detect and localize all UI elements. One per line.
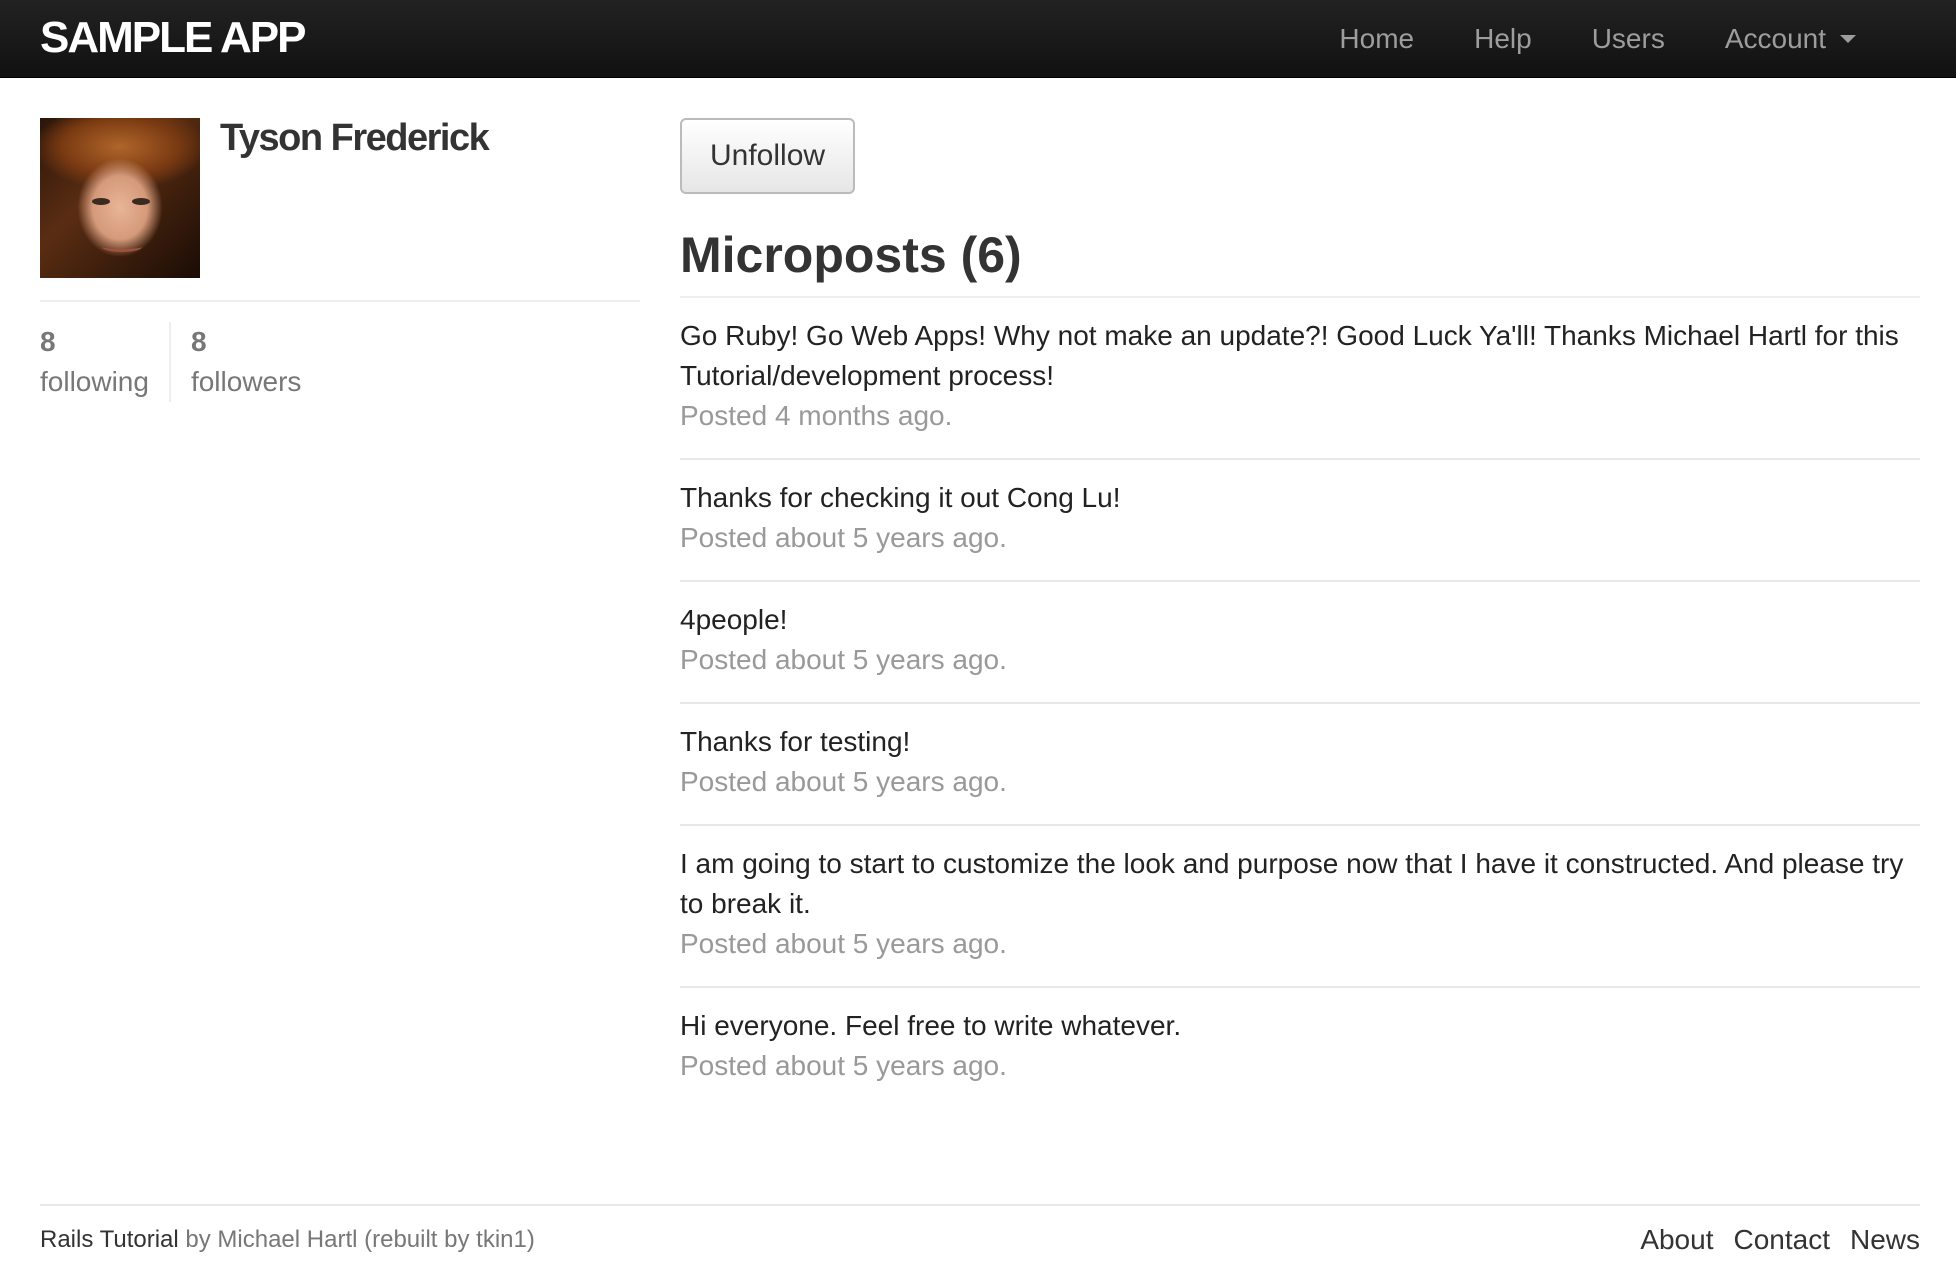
avatar-eye: [92, 198, 110, 205]
micropost-content: Thanks for checking it out Cong Lu!: [680, 482, 1121, 513]
followers-stat-link[interactable]: 8 followers: [171, 322, 321, 402]
page-footer: Rails Tutorial by Michael Hartl (rebuilt…: [40, 1204, 1920, 1274]
nav-users-link[interactable]: Users: [1562, 0, 1695, 78]
avatar-eye: [132, 198, 150, 205]
micropost-content: Hi everyone. Feel free to write whatever…: [680, 1010, 1182, 1041]
nav-help-link[interactable]: Help: [1444, 0, 1562, 78]
micropost-timestamp: Posted about 5 years ago.: [680, 522, 1007, 553]
nav-account-dropdown[interactable]: Account: [1695, 0, 1886, 78]
follow-stats: 8 following 8 followers: [40, 322, 640, 402]
micropost-content: Thanks for testing!: [680, 726, 911, 757]
caret-down-icon: [1840, 35, 1856, 43]
micropost-item: Thanks for checking it out Cong Lu! Post…: [680, 460, 1920, 582]
user-name: Tyson Frederick: [220, 117, 490, 159]
main-content: Unfollow Microposts (6) Go Ruby! Go Web …: [680, 118, 1920, 1108]
microposts-list: Go Ruby! Go Web Apps! Why not make an up…: [680, 298, 1920, 1108]
micropost-item: I am going to start to customize the loo…: [680, 826, 1920, 988]
microposts-heading: Microposts (6): [680, 228, 1920, 298]
footer-contact-link[interactable]: Contact: [1733, 1224, 1830, 1256]
footer-about-link[interactable]: About: [1640, 1224, 1713, 1256]
followers-label: followers: [190, 366, 302, 397]
following-stat-link[interactable]: 8 following: [40, 322, 171, 402]
micropost-item: 4people! Posted about 5 years ago.: [680, 582, 1920, 704]
footer-news-link[interactable]: News: [1850, 1224, 1920, 1256]
micropost-item: Thanks for testing! Posted about 5 years…: [680, 704, 1920, 826]
micropost-content: I am going to start to customize the loo…: [680, 848, 1904, 919]
nav-home-link[interactable]: Home: [1309, 0, 1444, 78]
top-navbar: SAMPLE APP Home Help Users Account: [0, 0, 1956, 78]
micropost-item: Hi everyone. Feel free to write whatever…: [680, 988, 1920, 1108]
micropost-timestamp: Posted about 5 years ago.: [680, 766, 1007, 797]
unfollow-button[interactable]: Unfollow: [680, 118, 856, 194]
rails-tutorial-link[interactable]: Rails Tutorial: [40, 1226, 179, 1253]
micropost-content: Go Ruby! Go Web Apps! Why not make an up…: [680, 320, 1899, 391]
micropost-item: Go Ruby! Go Web Apps! Why not make an up…: [680, 298, 1920, 460]
user-info: Tyson Frederick: [40, 118, 640, 302]
micropost-timestamp: Posted about 5 years ago.: [680, 644, 1007, 675]
micropost-timestamp: Posted 4 months ago.: [680, 400, 953, 431]
profile-sidebar: Tyson Frederick 8 following 8 followers: [40, 118, 640, 402]
footer-credit: Rails Tutorial by Michael Hartl (rebuilt…: [40, 1226, 535, 1254]
micropost-timestamp: Posted about 5 years ago.: [680, 928, 1007, 959]
followers-count: 8: [190, 326, 207, 357]
avatar: [40, 118, 200, 278]
micropost-content: 4people!: [680, 604, 788, 635]
following-count: 8: [40, 326, 56, 357]
following-label: following: [40, 366, 149, 397]
nav-account-label: Account: [1724, 23, 1826, 54]
footer-nav: About Contact News: [1640, 1224, 1920, 1256]
micropost-timestamp: Posted about 5 years ago.: [680, 1050, 1007, 1081]
avatar-mouth: [102, 242, 142, 252]
brand-logo-link[interactable]: SAMPLE APP: [40, 14, 306, 62]
main-nav: Home Help Users Account: [1309, 0, 1886, 78]
footer-credit-text: by Michael Hartl (rebuilt by tkin1): [185, 1226, 535, 1253]
